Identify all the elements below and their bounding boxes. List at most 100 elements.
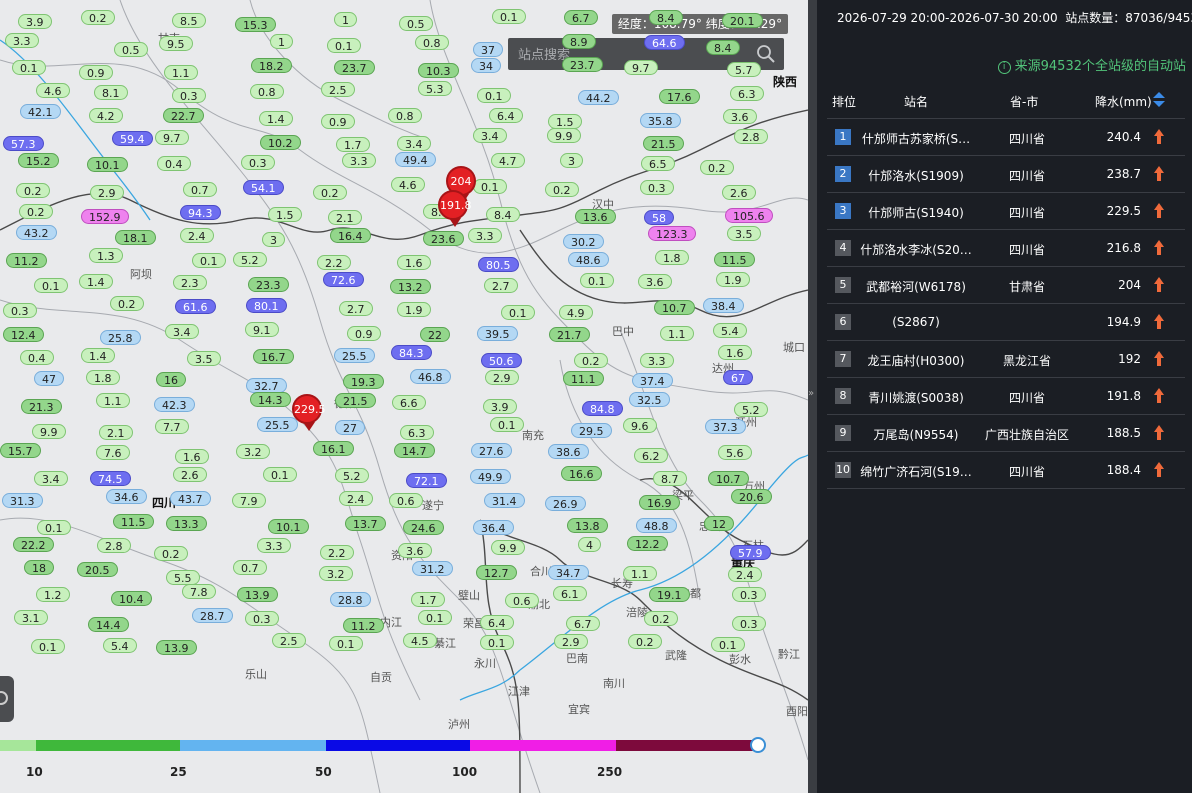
station-value-label[interactable]: 3.1 <box>14 610 48 625</box>
station-value-label[interactable]: 19.1 <box>649 587 690 602</box>
station-value-label[interactable]: 12.7 <box>476 565 517 580</box>
station-value-label[interactable]: 9.9 <box>32 424 66 439</box>
station-value-label[interactable]: 0.1 <box>329 636 363 651</box>
legend-slider-handle[interactable] <box>750 737 766 753</box>
station-value-label[interactable]: 20.5 <box>77 562 118 577</box>
station-value-label[interactable]: 0.6 <box>505 593 539 608</box>
station-value-label[interactable]: 0.3 <box>172 88 206 103</box>
station-value-label[interactable]: 27.6 <box>471 443 512 458</box>
station-value-label[interactable]: 27 <box>335 420 365 435</box>
station-value-label[interactable]: 15.3 <box>235 17 276 32</box>
station-value-label[interactable]: 10.4 <box>111 591 152 606</box>
station-value-label[interactable]: 8.1 <box>94 85 128 100</box>
station-value-label[interactable]: 13.2 <box>390 279 431 294</box>
station-value-label[interactable]: 34.6 <box>106 489 147 504</box>
station-value-label[interactable]: 0.1 <box>477 88 511 103</box>
station-value-label[interactable]: 5.4 <box>103 638 137 653</box>
station-value-label[interactable]: 34 <box>471 58 501 73</box>
station-value-label[interactable]: 72.1 <box>406 473 447 488</box>
station-value-label[interactable]: 3.9 <box>18 14 52 29</box>
station-value-label[interactable]: 3.6 <box>723 109 757 124</box>
station-value-label[interactable]: 0.8 <box>250 84 284 99</box>
station-value-label[interactable]: 6.4 <box>489 108 523 123</box>
table-row[interactable]: 10 绵竹广济石河(S19… 四川省 188.4 <box>827 452 1185 489</box>
station-value-label[interactable]: 0.3 <box>241 155 275 170</box>
station-value-label[interactable]: 1.4 <box>79 274 113 289</box>
station-value-label[interactable]: 0.2 <box>19 204 53 219</box>
station-value-label[interactable]: 72.6 <box>323 272 364 287</box>
station-value-label[interactable]: 0.2 <box>81 10 115 25</box>
station-name[interactable]: 什邡师古苏家桥(S… <box>857 130 975 147</box>
station-value-label[interactable]: 12 <box>704 516 734 531</box>
station-value-label[interactable]: 0.9 <box>321 114 355 129</box>
max-station-pin[interactable]: 229.5 <box>292 394 326 431</box>
station-value-label[interactable]: 0.7 <box>183 182 217 197</box>
station-value-label[interactable]: 13.9 <box>237 587 278 602</box>
station-value-label[interactable]: 0.3 <box>732 587 766 602</box>
station-value-label[interactable]: 0.4 <box>20 350 54 365</box>
station-value-label[interactable]: 11.5 <box>714 252 755 267</box>
station-value-label[interactable]: 1.7 <box>336 137 370 152</box>
station-value-label[interactable]: 15.2 <box>18 153 59 168</box>
station-value-label[interactable]: 2.8 <box>734 129 768 144</box>
station-value-label[interactable]: 34.7 <box>548 565 589 580</box>
station-value-label[interactable]: 1.3 <box>89 248 123 263</box>
station-value-label[interactable]: 2.6 <box>173 467 207 482</box>
station-value-label[interactable]: 0.8 <box>388 108 422 123</box>
station-value-label[interactable]: 3 <box>262 232 285 247</box>
station-name[interactable]: 绵竹广济石河(S19… <box>857 463 975 480</box>
station-value-label[interactable]: 10.7 <box>654 300 695 315</box>
station-value-label[interactable]: 80.1 <box>246 298 287 313</box>
station-value-label[interactable]: 1.6 <box>175 449 209 464</box>
station-value-label[interactable]: 18.1 <box>115 230 156 245</box>
sort-icon[interactable] <box>1153 92 1165 108</box>
station-value-label[interactable]: 1.8 <box>655 250 689 265</box>
station-value-label[interactable]: 16.7 <box>253 349 294 364</box>
station-value-label[interactable]: 2.6 <box>722 185 756 200</box>
station-value-label[interactable]: 0.1 <box>31 639 65 654</box>
station-value-label[interactable]: 2.3 <box>173 275 207 290</box>
station-value-label[interactable]: 0.2 <box>628 634 662 649</box>
station-value-label[interactable]: 12.4 <box>3 327 44 342</box>
station-value-label[interactable]: 0.9 <box>79 65 113 80</box>
station-value-label[interactable]: 10.7 <box>708 471 749 486</box>
station-value-label[interactable]: 5.4 <box>713 323 747 338</box>
station-value-label[interactable]: 1 <box>270 34 293 49</box>
station-value-label[interactable]: 3.4 <box>165 324 199 339</box>
station-value-label[interactable]: 0.1 <box>192 253 226 268</box>
station-value-label[interactable]: 6.5 <box>641 156 675 171</box>
station-value-label[interactable]: 1.4 <box>259 111 293 126</box>
station-value-label[interactable]: 29.5 <box>571 423 612 438</box>
station-value-label[interactable]: 0.1 <box>12 60 46 75</box>
station-value-label[interactable]: 2.2 <box>317 255 351 270</box>
station-value-label[interactable]: 13.3 <box>166 516 207 531</box>
station-value-label[interactable]: 0.2 <box>574 353 608 368</box>
station-value-label[interactable]: 50.6 <box>481 353 522 368</box>
station-value-label[interactable]: 36.4 <box>473 520 514 535</box>
station-value-label[interactable]: 0.1 <box>580 273 614 288</box>
station-value-label[interactable]: 9.6 <box>623 418 657 433</box>
station-value-label[interactable]: 3 <box>560 153 583 168</box>
station-value-label[interactable]: 25.8 <box>100 330 141 345</box>
station-name[interactable]: 青川姚渡(S0038) <box>857 389 975 406</box>
station-value-label[interactable]: 6.3 <box>400 425 434 440</box>
station-value-label[interactable]: 24.6 <box>403 520 444 535</box>
station-value-label[interactable]: 3.4 <box>473 128 507 143</box>
station-value-label[interactable]: 3.5 <box>727 226 761 241</box>
station-value-label[interactable]: 9.9 <box>547 128 581 143</box>
station-value-label[interactable]: 13.6 <box>575 209 616 224</box>
station-value-label[interactable]: 105.6 <box>725 208 773 223</box>
station-value-label[interactable]: 1.2 <box>36 587 70 602</box>
station-value-label[interactable]: 28.7 <box>192 608 233 623</box>
station-value-label[interactable]: 1.6 <box>718 345 752 360</box>
station-value-label[interactable]: 0.1 <box>34 278 68 293</box>
station-value-label[interactable]: 21.5 <box>643 136 684 151</box>
station-value-label[interactable]: 3.3 <box>342 153 376 168</box>
station-name[interactable]: 万尾岛(N9554) <box>857 426 975 443</box>
station-value-label[interactable]: 1.1 <box>623 566 657 581</box>
station-value-label[interactable]: 5.2 <box>734 402 768 417</box>
station-value-label[interactable]: 11.2 <box>343 618 384 633</box>
station-value-label[interactable]: 7.9 <box>232 493 266 508</box>
station-value-label[interactable]: 6.6 <box>392 395 426 410</box>
station-value-label[interactable]: 7.8 <box>182 584 216 599</box>
